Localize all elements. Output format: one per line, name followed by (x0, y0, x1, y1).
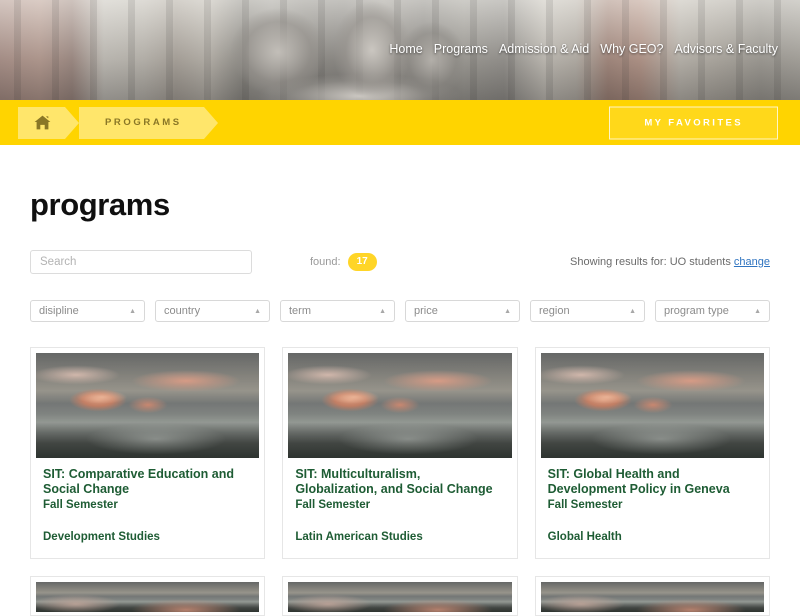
program-thumbnail-mountain (288, 353, 512, 458)
program-card[interactable]: SIT: Comparative Education and Social Ch… (30, 347, 266, 559)
chevron-up-icon: ▲ (129, 307, 136, 315)
program-card[interactable]: SIT: Multiculturalism, Globalization, an… (282, 347, 518, 559)
program-discipline: Latin American Studies (295, 531, 423, 543)
program-thumbnail-mountain (540, 582, 765, 612)
filter-program-type[interactable]: program type ▲ (655, 300, 770, 322)
breadcrumb-bar: PROGRAMS MY FAVORITES (0, 100, 800, 145)
program-title: SIT: Comparative Education and Social Ch… (43, 467, 235, 496)
my-favorites-button[interactable]: MY FAVORITES (609, 106, 778, 139)
filter-discipline[interactable]: disipline ▲ (30, 300, 145, 322)
program-title: SIT: Global Health and Development Polic… (547, 467, 730, 496)
nav-home[interactable]: Home (389, 42, 422, 56)
search-toolbar: found: 17 Showing results for: UO studen… (30, 249, 770, 275)
filter-program-type-label: program type (664, 305, 729, 317)
filter-price-label: price (414, 305, 438, 317)
breadcrumb-current: PROGRAMS (79, 106, 218, 139)
home-icon (34, 115, 51, 130)
main-navigation: Home Programs Admission & Aid Why GEO? A… (389, 42, 778, 56)
showing-results-label: Showing results for: UO students (570, 256, 731, 268)
chevron-up-icon: ▲ (504, 307, 511, 315)
program-card-body: SIT: Global Health and Development Polic… (541, 458, 764, 543)
program-discipline: Global Health (547, 531, 622, 543)
program-thumbnail-mountain (288, 582, 512, 612)
filter-country[interactable]: country ▲ (155, 300, 270, 322)
nav-programs[interactable]: Programs (434, 42, 488, 56)
program-title: SIT: Multiculturalism, Globalization, an… (295, 467, 493, 496)
filter-bar: disipline ▲ country ▲ term ▲ price ▲ reg… (30, 300, 770, 322)
hero-banner: Home Programs Admission & Aid Why GEO? A… (0, 0, 800, 100)
nav-admission-aid[interactable]: Admission & Aid (499, 42, 589, 56)
showing-results-text: Showing results for: UO students change (570, 256, 770, 268)
program-thumbnail-mountain (540, 353, 765, 458)
nav-why-geo[interactable]: Why GEO? (600, 42, 663, 56)
filter-region[interactable]: region ▲ (530, 300, 645, 322)
program-card[interactable] (30, 576, 266, 616)
program-grid: SIT: Comparative Education and Social Ch… (30, 347, 770, 559)
chevron-up-icon: ▲ (379, 307, 386, 315)
program-thumbnail-mountain (36, 353, 260, 458)
breadcrumb-home-link[interactable] (18, 106, 79, 139)
chevron-up-icon: ▲ (629, 307, 636, 315)
page-title: programs (30, 187, 170, 222)
program-card-body: SIT: Multiculturalism, Globalization, an… (288, 458, 511, 543)
program-thumbnail-mountain (36, 582, 260, 612)
program-card[interactable] (282, 576, 518, 616)
page-content: programs found: 17 Showing results for: … (0, 145, 800, 616)
program-discipline: Development Studies (43, 531, 160, 543)
found-count-badge: 17 (347, 253, 377, 271)
program-term: Fall Semester (43, 499, 118, 511)
filter-term-label: term (289, 305, 311, 317)
breadcrumb: PROGRAMS (18, 106, 218, 139)
filter-region-label: region (539, 305, 570, 317)
filter-price[interactable]: price ▲ (405, 300, 520, 322)
chevron-up-icon: ▲ (754, 307, 761, 315)
program-term: Fall Semester (547, 499, 623, 511)
filter-discipline-label: disipline (39, 305, 79, 317)
program-card-body: SIT: Comparative Education and Social Ch… (36, 458, 259, 543)
found-label: found: (310, 256, 341, 268)
search-input[interactable] (30, 250, 252, 274)
change-audience-link[interactable]: change (734, 256, 770, 268)
program-card[interactable] (534, 576, 770, 616)
chevron-up-icon: ▲ (254, 307, 261, 315)
filter-country-label: country (164, 305, 201, 317)
program-card[interactable]: SIT: Global Health and Development Polic… (534, 347, 770, 559)
found-results: found: 17 (310, 253, 377, 271)
nav-advisors-faculty[interactable]: Advisors & Faculty (674, 42, 778, 56)
filter-term[interactable]: term ▲ (280, 300, 395, 322)
program-term: Fall Semester (295, 499, 371, 511)
program-grid-next-row (30, 576, 770, 616)
